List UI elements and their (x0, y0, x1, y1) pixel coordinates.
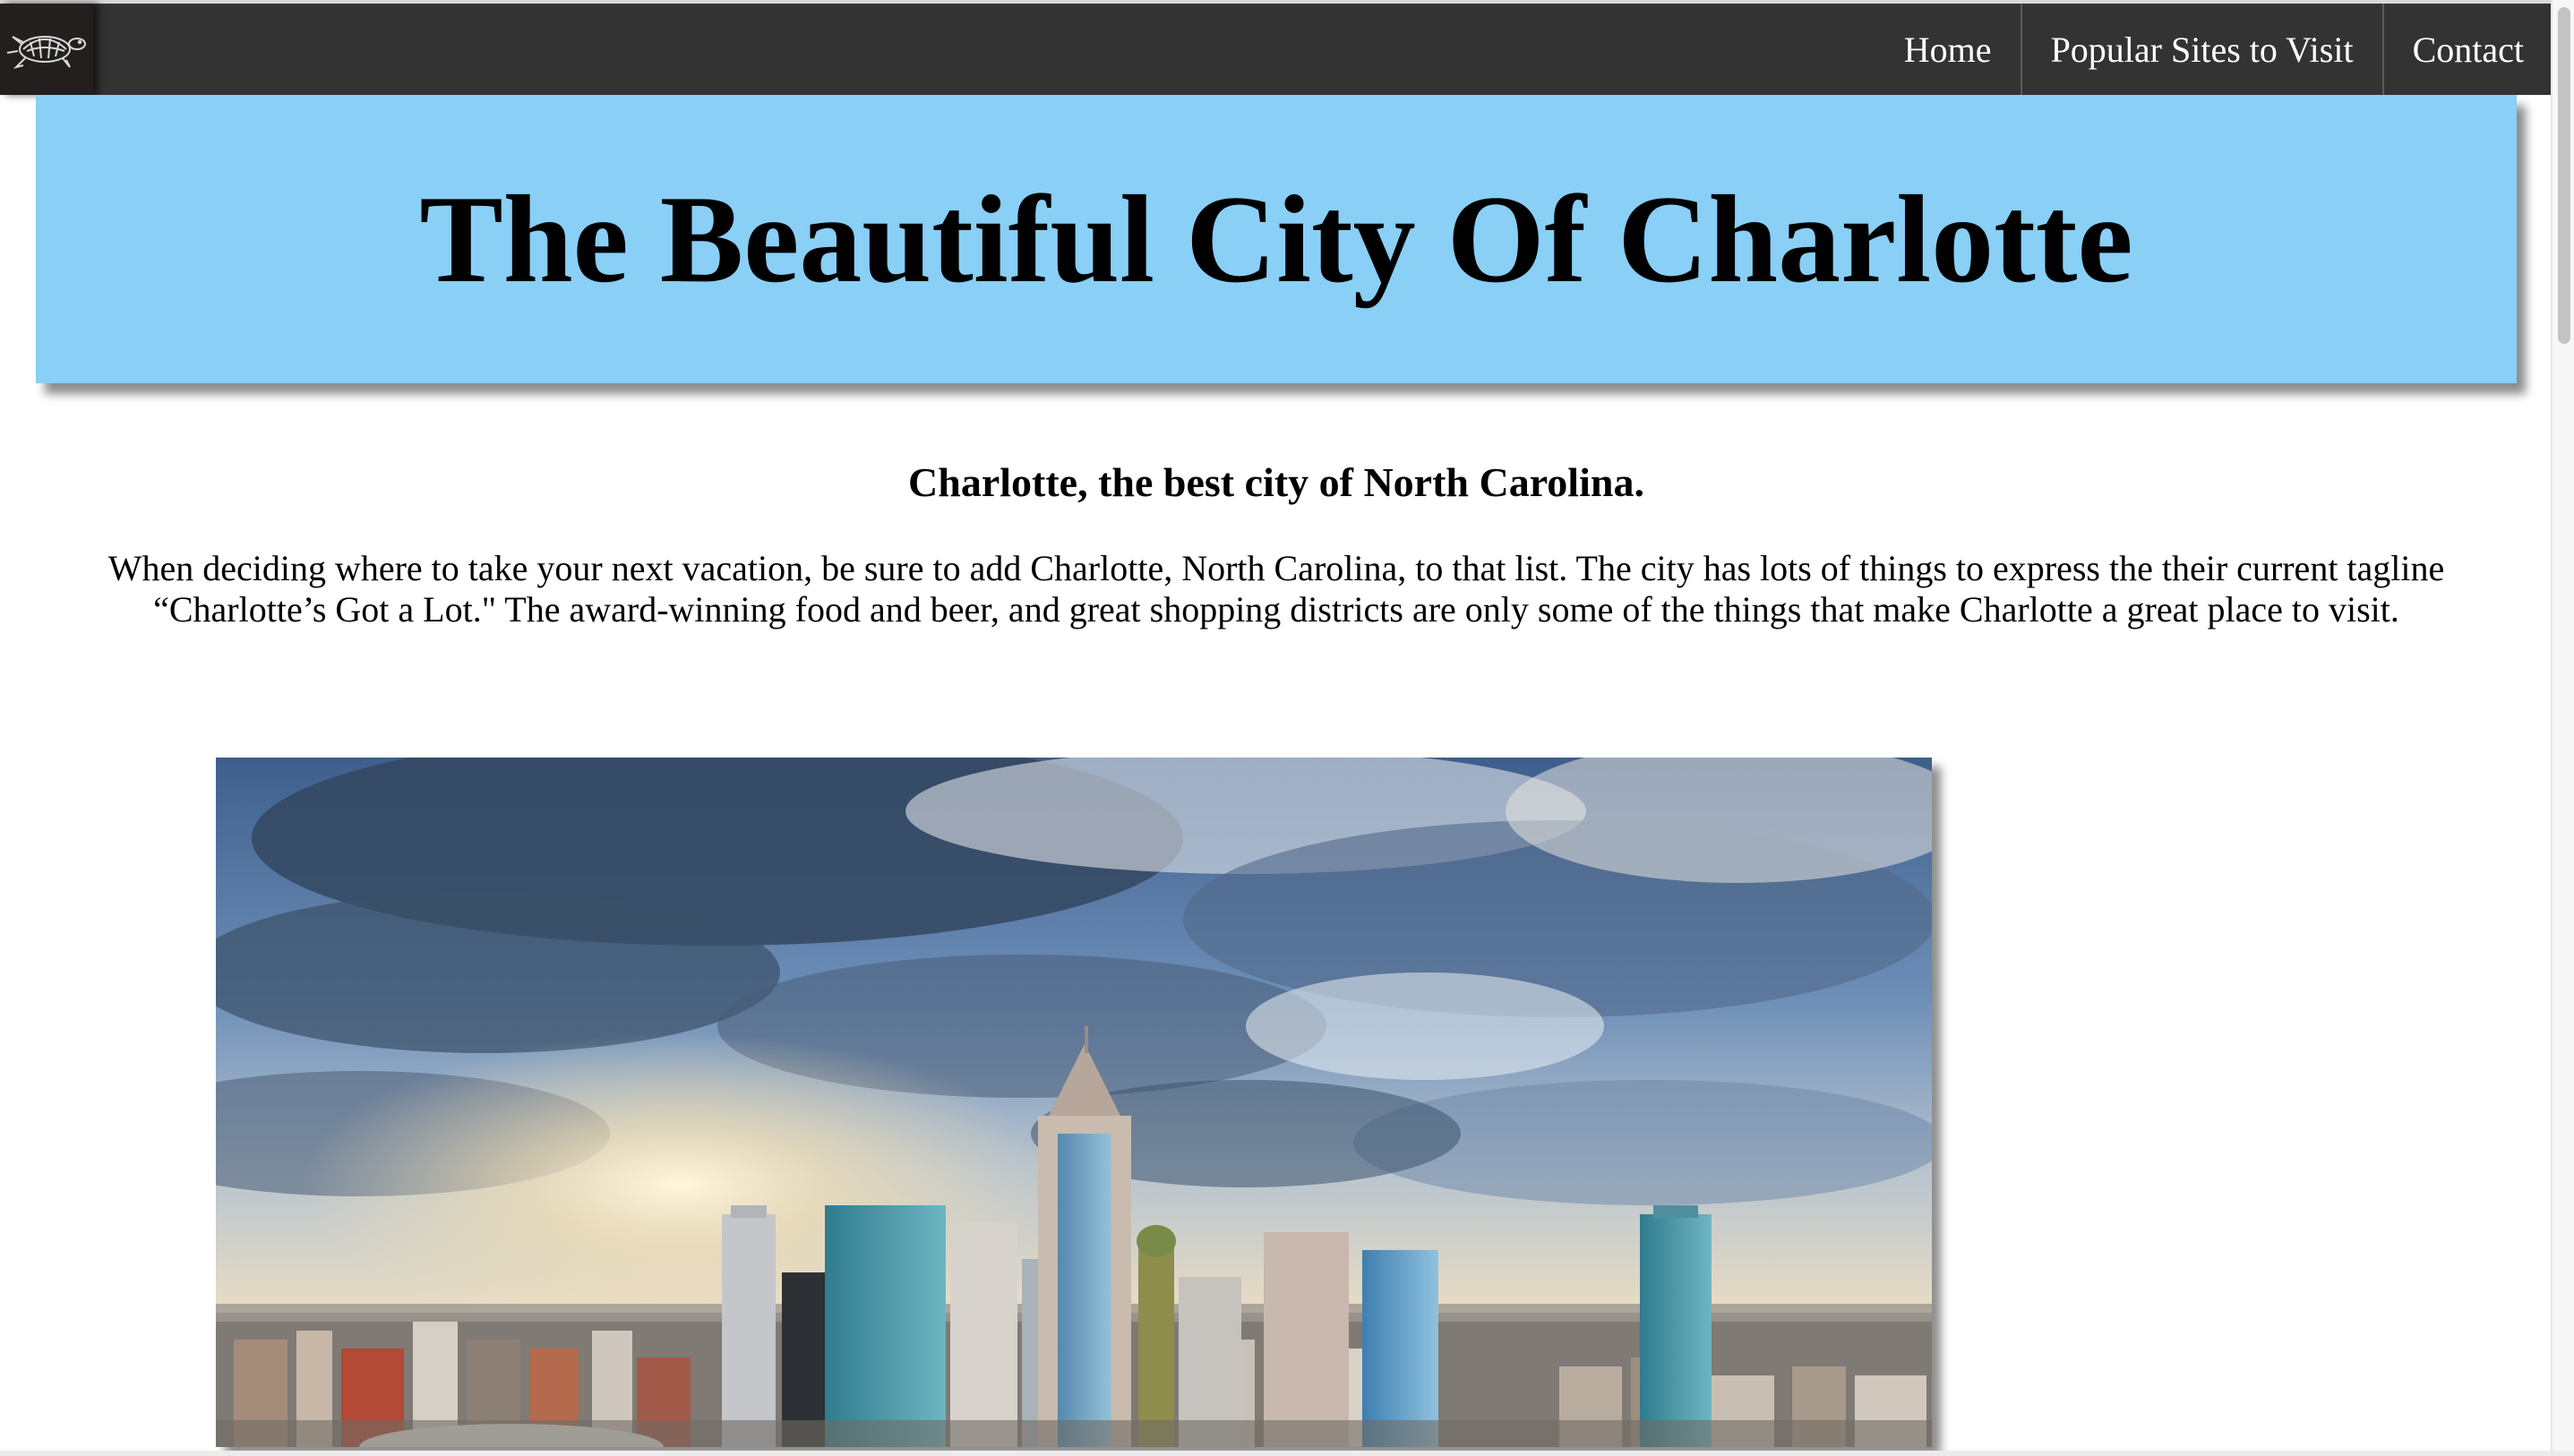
nav-contact-link[interactable]: Contact (2381, 4, 2553, 95)
intro-subtitle: Charlotte, the best city of North Caroli… (908, 459, 1644, 505)
intro-paragraph: When deciding where to take your next va… (107, 548, 2445, 630)
nav-links: Home Popular Sites to Visit Contact (1875, 4, 2553, 95)
page-title: The Beautiful City Of Charlotte (419, 169, 2133, 309)
page: Home Popular Sites to Visit Contact The … (0, 0, 2574, 1456)
browser-bottom-edge (0, 1451, 2574, 1456)
turtle-icon (6, 36, 86, 69)
site-logo[interactable] (0, 4, 93, 95)
scrollbar-thumb[interactable] (2558, 7, 2570, 344)
nav-popular-sites-link[interactable]: Popular Sites to Visit (2020, 4, 2382, 95)
charlotte-skyline-photo (216, 758, 1932, 1447)
vertical-scrollbar[interactable] (2551, 0, 2574, 1456)
nav-home-link[interactable]: Home (1875, 4, 2021, 95)
hero-banner: The Beautiful City Of Charlotte (36, 95, 2517, 383)
navbar: Home Popular Sites to Visit Contact (0, 4, 2553, 95)
